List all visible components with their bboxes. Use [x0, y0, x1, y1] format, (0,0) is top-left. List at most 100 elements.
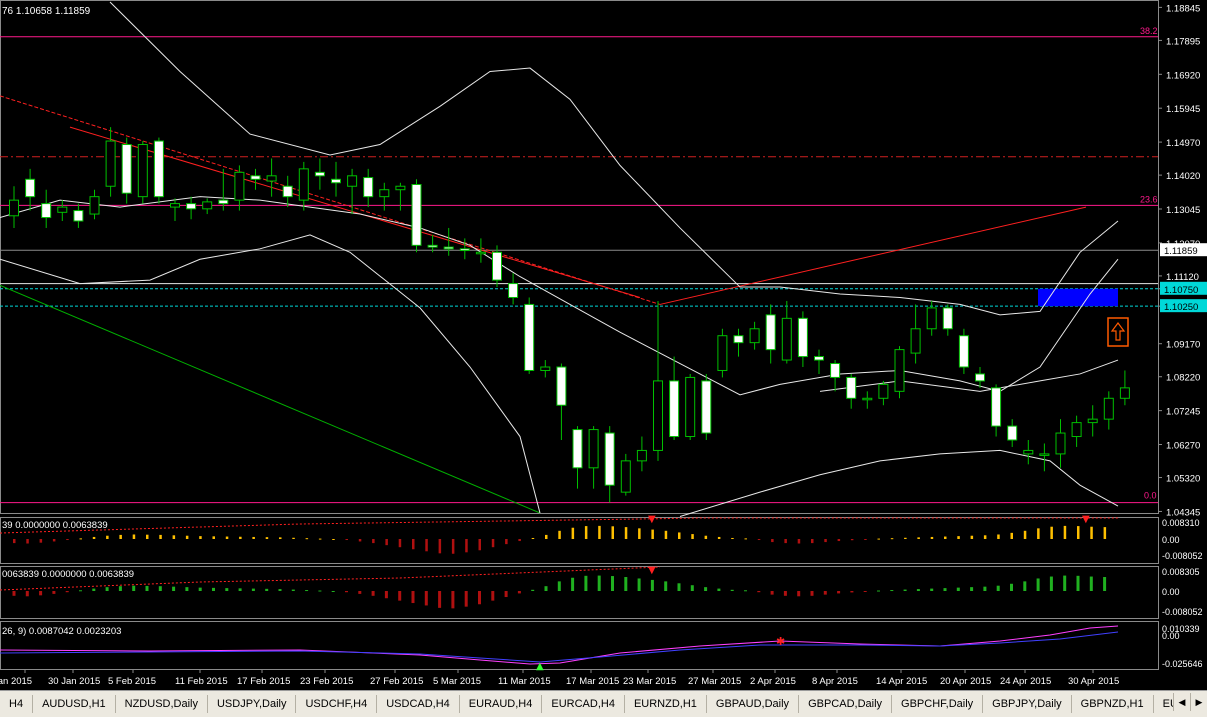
histogram-1-bar [425, 539, 428, 552]
histogram-2-bar [544, 586, 548, 591]
histogram-2-bar [797, 591, 801, 597]
macd-signal-line [0, 631, 1119, 663]
y-tick-label: 1.05320 [1166, 474, 1200, 485]
histogram-1-bar [1103, 527, 1107, 539]
symbol-tab[interactable]: USDJPY,Daily [208, 695, 297, 713]
histogram-1-bar [39, 539, 43, 543]
histogram-2-bar [1010, 583, 1013, 591]
candle-body [234, 171, 245, 201]
symbol-tab[interactable]: EURAUD,H4 [460, 695, 543, 713]
candle-body [137, 144, 148, 198]
chart-canvas[interactable]: 76 1.10658 1.11859 1.18845 1.17895 1.16920 1… [0, 0, 1207, 690]
symbol-tab[interactable]: GBPJPY,Daily [983, 695, 1072, 713]
candle-body [25, 178, 36, 198]
histogram-2-bar [717, 588, 721, 591]
histogram-2-bar [398, 591, 402, 601]
candle-body [1071, 422, 1082, 438]
histogram-1-bar [52, 539, 56, 542]
histogram-1-bar [318, 538, 322, 540]
histogram-2-bar [517, 591, 521, 594]
histogram-2-bar [584, 575, 588, 591]
histogram-1-bar [784, 539, 787, 544]
histogram-2-bar [172, 586, 176, 591]
indicator-1-ytick: -0.008052 [1162, 551, 1203, 561]
candle-body [991, 387, 1002, 427]
symbol-header: 76 1.10658 1.11859 [2, 6, 91, 17]
histogram-2-bar [996, 585, 1000, 591]
symbol-tab[interactable]: GBPAUD,Daily [707, 695, 800, 713]
x-tick-label: 5 Feb 2015 [108, 676, 156, 687]
histogram-2-bar [983, 586, 987, 591]
histogram-1-bar [26, 539, 29, 544]
scroll-right-icon[interactable]: ▶ [1190, 693, 1207, 711]
y-tick-label: 1.04345 [1166, 507, 1200, 518]
candle-body [765, 314, 776, 351]
symbol-tab[interactable]: H4 [0, 695, 34, 713]
y-tick-label: 1.07245 [1166, 407, 1200, 418]
histogram-1-bar [518, 539, 521, 542]
histogram-2-bar [438, 591, 442, 608]
histogram-2-bar [251, 588, 255, 591]
candle-body [298, 168, 309, 201]
histogram-2-bar [39, 591, 43, 596]
histogram-2-bar [478, 591, 481, 605]
scroll-left-icon[interactable]: ◀ [1173, 693, 1190, 711]
histogram-1-bar [598, 525, 601, 539]
symbol-tab[interactable]: GBPCHF,Daily [892, 695, 984, 713]
histogram-1-bar [279, 537, 282, 539]
histogram-2-bar [411, 591, 415, 604]
histogram-1-bar [1037, 528, 1040, 539]
candle-body [121, 144, 132, 194]
histogram-2-bar [105, 587, 109, 591]
candle-body [314, 171, 325, 177]
histogram-1-bar [850, 539, 854, 541]
candle-body [524, 303, 535, 371]
up-arrow-icon [1110, 322, 1126, 341]
x-tick-label: 27 Feb 2015 [370, 676, 423, 687]
histogram-1-bar [199, 536, 202, 539]
candle-body [105, 140, 116, 187]
tab-scroll-buttons: ◀ ▶ [1173, 693, 1207, 711]
histogram-2-bar [25, 591, 29, 597]
histogram-2-bar [916, 589, 920, 591]
indicator-1-signal [0, 517, 1118, 534]
histogram-1-bar [185, 535, 189, 539]
symbol-tab[interactable]: AUDUSD,H1 [33, 695, 116, 713]
histogram-1-bar [372, 539, 375, 544]
histogram-2-bar [358, 591, 362, 594]
x-tick-label: 24 Apr 2015 [1000, 676, 1051, 687]
histogram-2-bar [744, 590, 747, 592]
symbol-tab[interactable]: NZDUSD,Daily [116, 695, 208, 713]
symbol-tab[interactable]: GBPNZD,H1 [1072, 695, 1154, 713]
trendline-up [659, 206, 1087, 305]
candle-body [41, 203, 52, 219]
candle-body [797, 317, 808, 358]
symbol-tab[interactable]: USDCHF,H4 [296, 695, 378, 713]
histogram-1-bar [997, 534, 1000, 539]
histogram-1-bar [558, 530, 561, 539]
histogram-1-bar [292, 537, 295, 539]
histogram-2-bar [956, 587, 960, 591]
candle-body [395, 185, 406, 191]
histogram-2-bar [265, 588, 269, 591]
candle-body [363, 177, 374, 198]
indicator-1-label: 39 0.0000000 0.0063839 [2, 520, 108, 531]
histogram-1-bar [837, 539, 841, 542]
histogram-1-bar [239, 536, 242, 539]
symbol-tab[interactable]: USDCAD,H4 [377, 695, 460, 713]
histogram-1-bar [92, 536, 96, 539]
symbol-tab[interactable]: GBPCAD,Daily [799, 695, 893, 713]
histogram-2-bar [1036, 578, 1040, 591]
candle-body [846, 376, 857, 399]
histogram-1-bar [66, 539, 69, 541]
candle-body [540, 366, 551, 371]
candle-body [733, 335, 744, 344]
indicator-2-ytick: 0.008305 [1162, 567, 1200, 577]
symbol-tab[interactable]: EURNZD,H1 [625, 695, 707, 713]
candle-body [894, 349, 905, 392]
candle-body [653, 380, 663, 451]
bollinger-upper [109, 1, 1119, 316]
histogram-1-bar [638, 528, 641, 539]
histogram-2-bar [783, 591, 787, 596]
symbol-tab[interactable]: EURCAD,H4 [542, 695, 625, 713]
